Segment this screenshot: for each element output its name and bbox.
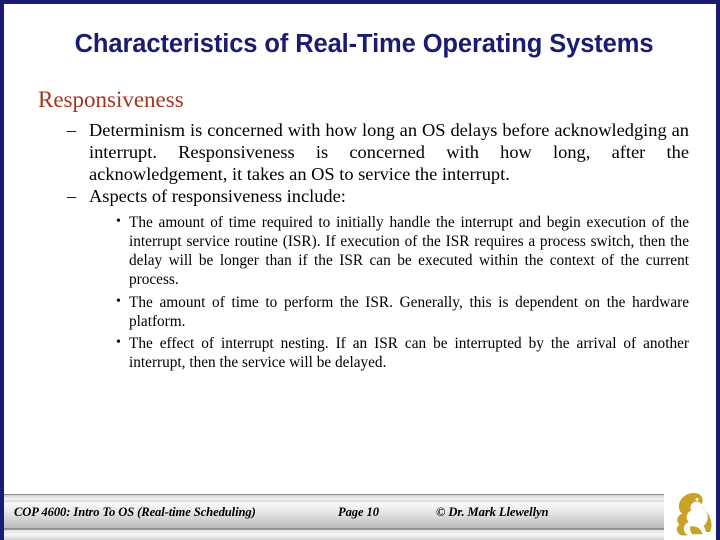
section-heading-responsiveness: Responsiveness: [38, 87, 184, 112]
footer-band-bottom: [4, 529, 716, 540]
round-bullet-icon: •: [116, 335, 121, 351]
slide-footer: COP 4600: Intro To OS (Real-time Schedul…: [4, 486, 716, 540]
bullet-level3-text: The amount of time to perform the ISR. G…: [129, 293, 689, 330]
bullet-level2-aspects: – Aspects of responsiveness include:: [4, 185, 716, 207]
dash-bullet-icon: –: [67, 186, 77, 207]
dash-bullet-icon: –: [67, 120, 77, 141]
footer-copyright: © Dr. Mark Llewellyn: [436, 505, 549, 519]
slide-canvas: Characteristics of Real-Time Operating S…: [0, 0, 720, 540]
page-title: Characteristics of Real-Time Operating S…: [74, 30, 654, 58]
round-bullet-icon: •: [116, 214, 121, 230]
bullet-level2-text: Aspects of responsiveness include:: [89, 186, 346, 207]
slide-body: Responsiveness – Determinism is concerne…: [4, 86, 716, 373]
bullet-level3-perform-isr: • The amount of time to perform the ISR.…: [4, 293, 716, 332]
footer-page-number: Page 10: [338, 505, 379, 519]
ucf-pegasus-logo: [664, 486, 716, 540]
footer-course-label: COP 4600: Intro To OS (Real-time Schedul…: [14, 505, 256, 519]
round-bullet-icon: •: [116, 293, 121, 309]
bullet-level3-handle-interrupt: • The amount of time required to initial…: [4, 214, 716, 289]
bullet-level3-text: The effect of interrupt nesting. If an I…: [129, 335, 689, 372]
bullet-level3-interrupt-nesting: • The effect of interrupt nesting. If an…: [4, 335, 716, 373]
bullet-level2-text: Determinism is concerned with how long a…: [89, 120, 689, 185]
bullet-level3-text: The amount of time required to initially…: [129, 214, 689, 288]
bullet-level2-determinism: – Determinism is concerned with how long…: [4, 119, 716, 185]
